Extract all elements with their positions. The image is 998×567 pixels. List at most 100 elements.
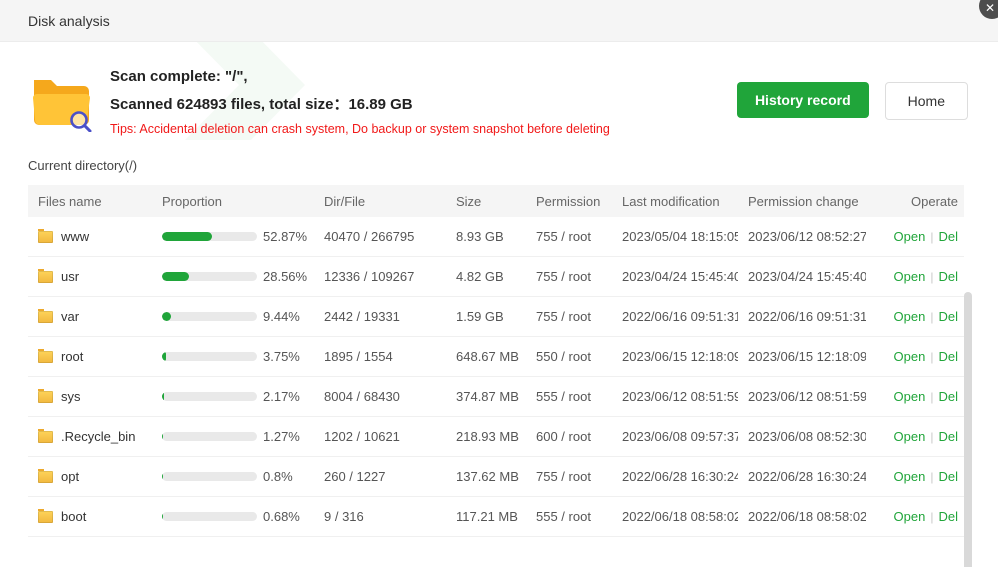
proportion-value: 52.87% xyxy=(263,229,307,244)
open-link[interactable]: Open xyxy=(894,269,926,284)
open-link[interactable]: Open xyxy=(894,469,926,484)
del-link[interactable]: Del xyxy=(938,389,958,404)
last-modification: 2023/06/08 09:57:37 xyxy=(612,429,738,444)
file-name: root xyxy=(61,349,83,364)
file-name: boot xyxy=(61,509,86,524)
table-row: opt 0.8% 260 / 1227 137.62 MB 755 / root… xyxy=(28,457,964,497)
proportion-value: 28.56% xyxy=(263,269,307,284)
permission: 755 / root xyxy=(526,469,612,484)
permission-change: 2023/06/08 08:52:30 xyxy=(738,429,866,444)
table-body: www 52.87% 40470 / 266795 8.93 GB 755 / … xyxy=(28,217,964,537)
folder-icon xyxy=(38,391,53,403)
proportion-value: 0.8% xyxy=(263,469,293,484)
dir-file-count: 1202 / 10621 xyxy=(314,429,446,444)
del-link[interactable]: Del xyxy=(938,269,958,284)
col-permission-change: Permission change xyxy=(738,194,866,209)
col-permission: Permission xyxy=(526,194,612,209)
vertical-scrollbar[interactable] xyxy=(964,292,972,567)
table-row: boot 0.68% 9 / 316 117.21 MB 555 / root … xyxy=(28,497,964,537)
permission: 600 / root xyxy=(526,429,612,444)
proportion-value: 0.68% xyxy=(263,509,300,524)
permission: 555 / root xyxy=(526,389,612,404)
last-modification: 2022/06/18 08:58:02 xyxy=(612,509,738,524)
disk-analysis-window: Disk analysis ✕ Scan complete: "/", Scan… xyxy=(0,0,998,567)
close-icon: ✕ xyxy=(985,1,995,15)
table-row: .Recycle_bin 1.27% 1202 / 10621 218.93 M… xyxy=(28,417,964,457)
file-size: 1.59 GB xyxy=(446,309,526,324)
del-link[interactable]: Del xyxy=(938,309,958,324)
permission-change: 2022/06/18 08:58:02 xyxy=(738,509,866,524)
table-row: sys 2.17% 8004 / 68430 374.87 MB 555 / r… xyxy=(28,377,964,417)
open-link[interactable]: Open xyxy=(894,509,926,524)
proportion-fill xyxy=(162,512,163,521)
last-modification: 2022/06/16 09:51:31 xyxy=(612,309,738,324)
permission: 555 / root xyxy=(526,509,612,524)
del-link[interactable]: Del xyxy=(938,429,958,444)
proportion-fill xyxy=(162,352,166,361)
col-operate: Operate xyxy=(866,194,964,209)
file-name: var xyxy=(61,309,79,324)
file-size: 648.67 MB xyxy=(446,349,526,364)
titlebar: Disk analysis xyxy=(0,0,998,42)
permission-change: 2023/04/24 15:45:40 xyxy=(738,269,866,284)
open-link[interactable]: Open xyxy=(894,389,926,404)
home-button[interactable]: Home xyxy=(885,82,968,120)
col-files-name: Files name xyxy=(28,194,152,209)
table-row: usr 28.56% 12336 / 109267 4.82 GB 755 / … xyxy=(28,257,964,297)
file-size: 4.82 GB xyxy=(446,269,526,284)
table-row: root 3.75% 1895 / 1554 648.67 MB 550 / r… xyxy=(28,337,964,377)
folder-icon xyxy=(38,311,53,323)
operate-separator: | xyxy=(930,310,933,324)
permission-change: 2023/06/12 08:52:27 xyxy=(738,229,866,244)
current-directory-label: Current directory(/) xyxy=(28,158,998,173)
files-table: Files name Proportion Dir/File Size Perm… xyxy=(28,185,964,537)
dir-file-count: 9 / 316 xyxy=(314,509,446,524)
operate-separator: | xyxy=(930,510,933,524)
file-name: .Recycle_bin xyxy=(61,429,135,444)
permission: 755 / root xyxy=(526,309,612,324)
col-proportion: Proportion xyxy=(152,194,314,209)
file-size: 218.93 MB xyxy=(446,429,526,444)
proportion-bar xyxy=(162,272,257,281)
window-title: Disk analysis xyxy=(28,13,110,29)
col-size: Size xyxy=(446,194,526,209)
open-link[interactable]: Open xyxy=(894,309,926,324)
permission-change: 2023/06/12 08:51:59 xyxy=(738,389,866,404)
proportion-bar xyxy=(162,392,257,401)
open-link[interactable]: Open xyxy=(894,429,926,444)
folder-search-icon xyxy=(28,70,94,132)
proportion-bar xyxy=(162,432,257,441)
permission-change: 2022/06/16 09:51:31 xyxy=(738,309,866,324)
proportion-value: 2.17% xyxy=(263,389,300,404)
open-link[interactable]: Open xyxy=(894,349,926,364)
del-link[interactable]: Del xyxy=(938,509,958,524)
del-link[interactable]: Del xyxy=(938,349,958,364)
permission: 755 / root xyxy=(526,229,612,244)
open-link[interactable]: Open xyxy=(894,229,926,244)
proportion-fill xyxy=(162,232,212,241)
operate-separator: | xyxy=(930,430,933,444)
folder-icon xyxy=(38,231,53,243)
last-modification: 2023/06/15 12:18:09 xyxy=(612,349,738,364)
history-record-button[interactable]: History record xyxy=(737,82,869,118)
folder-icon xyxy=(38,511,53,523)
table-row: www 52.87% 40470 / 266795 8.93 GB 755 / … xyxy=(28,217,964,257)
proportion-value: 3.75% xyxy=(263,349,300,364)
last-modification: 2022/06/28 16:30:24 xyxy=(612,469,738,484)
operate-separator: | xyxy=(930,230,933,244)
proportion-fill xyxy=(162,472,163,481)
file-size: 117.21 MB xyxy=(446,509,526,524)
folder-icon xyxy=(38,431,53,443)
operate-separator: | xyxy=(930,390,933,404)
content-area: Scan complete: "/", Scanned 624893 files… xyxy=(0,42,998,537)
scan-files-summary: Scanned 624893 files, total size：16.89 G… xyxy=(110,93,737,114)
operate-separator: | xyxy=(930,270,933,284)
last-modification: 2023/05/04 18:15:05 xyxy=(612,229,738,244)
dir-file-count: 1895 / 1554 xyxy=(314,349,446,364)
col-dir-file: Dir/File xyxy=(314,194,446,209)
del-link[interactable]: Del xyxy=(938,229,958,244)
header-buttons: History record Home xyxy=(737,82,968,120)
del-link[interactable]: Del xyxy=(938,469,958,484)
permission: 550 / root xyxy=(526,349,612,364)
dir-file-count: 2442 / 19331 xyxy=(314,309,446,324)
